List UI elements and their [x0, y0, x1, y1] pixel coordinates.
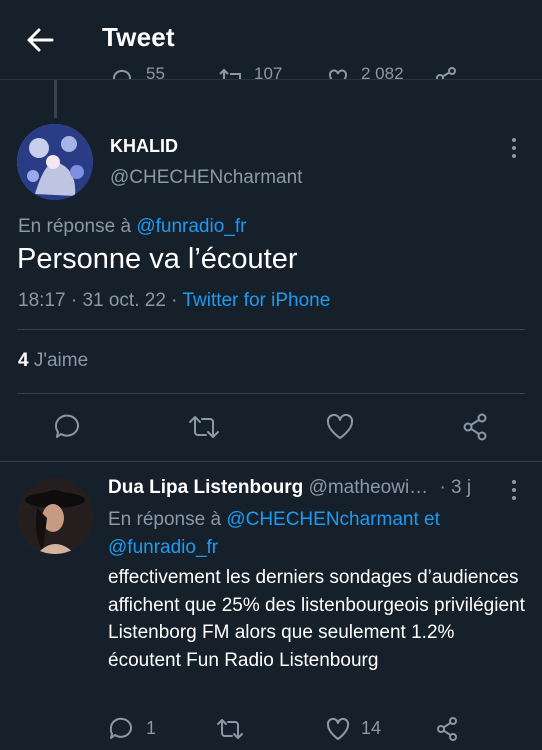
reply-conjunction: et — [424, 509, 440, 530]
prev-like-icon — [329, 69, 347, 80]
prev-reply-icon — [112, 69, 131, 80]
tweet-text: Personne va l’écouter — [17, 243, 298, 275]
reply-context: En réponse à @CHECHENcharmant et @funrad… — [108, 506, 518, 562]
avatar[interactable] — [17, 124, 93, 200]
more-icon[interactable] — [502, 136, 526, 160]
display-name[interactable]: KHALID — [110, 136, 178, 157]
reply-context: En réponse à @funradio_fr — [18, 216, 246, 238]
divider — [17, 393, 525, 394]
reply-icon[interactable] — [52, 412, 82, 442]
tweet-age[interactable]: · 3 j — [439, 477, 471, 498]
display-name[interactable]: Dua Lipa Listenbourg — [108, 477, 303, 498]
like-count: 14 — [361, 718, 382, 738]
user-handle[interactable]: @matheowi… — [309, 477, 429, 498]
likes-label: J'aime — [33, 350, 89, 371]
divider — [0, 461, 542, 462]
tweet-time[interactable]: 18:17 — [18, 290, 66, 311]
prev-share-icon — [436, 67, 456, 80]
avatar[interactable] — [17, 478, 93, 554]
avatar-image — [17, 478, 93, 554]
share-icon[interactable] — [460, 412, 490, 442]
reply-mention[interactable]: @CHECHENcharmant — [226, 509, 418, 530]
prev-retweet-count: 107 — [254, 64, 283, 80]
likes-summary[interactable]: 4 J'aime — [18, 350, 88, 372]
tweet-source[interactable]: Twitter for iPhone — [182, 290, 330, 311]
like-icon[interactable] — [325, 716, 351, 742]
prev-like-count: 2 082 — [361, 64, 404, 80]
prev-reply-count: 55 — [146, 64, 165, 80]
page-title: Tweet — [102, 22, 175, 52]
reply-count: 1 — [146, 718, 157, 738]
back-arrow-icon[interactable] — [24, 24, 56, 56]
tweet-text: effectivement les derniers sondages d’au… — [108, 567, 525, 671]
header-divider — [0, 79, 542, 80]
meta-separator: · — [70, 290, 78, 311]
thread-line — [54, 80, 57, 118]
reply-prefix: En réponse à — [108, 509, 222, 530]
divider — [17, 329, 525, 330]
retweet-icon[interactable] — [188, 412, 220, 442]
tweet-meta: 18:17 · 31 oct. 22 · Twitter for iPhone — [18, 290, 330, 312]
meta-separator: · — [171, 290, 178, 311]
tweet-date[interactable]: 31 oct. 22 — [82, 290, 165, 311]
top-bar: 55 107 2 082 Tweet — [0, 0, 542, 80]
avatar-image — [17, 124, 93, 200]
retweet-icon[interactable] — [216, 716, 244, 742]
reply-mention[interactable]: @funradio_fr — [136, 216, 246, 237]
likes-count: 4 — [18, 350, 29, 371]
reply-prefix: En réponse à — [18, 216, 132, 237]
user-handle[interactable]: @CHECHENcharmant — [110, 167, 302, 189]
reply-mention[interactable]: @funradio_fr — [108, 537, 218, 558]
reply-header: Dua Lipa Listenbourg @matheowi… · 3 j — [108, 477, 471, 499]
prev-retweet-icon — [219, 68, 241, 80]
like-icon[interactable] — [325, 412, 355, 442]
share-icon[interactable] — [434, 716, 460, 742]
more-icon[interactable] — [502, 478, 526, 502]
reply-icon[interactable] — [108, 716, 134, 742]
